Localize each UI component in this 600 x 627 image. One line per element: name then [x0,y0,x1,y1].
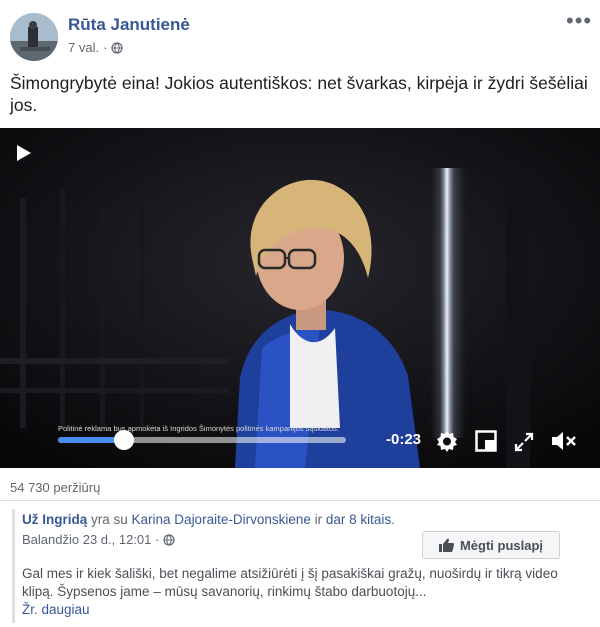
like-page-button[interactable]: Mėgti puslapį [422,531,560,559]
attached-date[interactable]: Balandžio 23 d., 12:01 · [22,532,159,547]
attached-description: Gal mes ir kiek šališki, bet negalime at… [22,566,558,599]
video-player[interactable]: Politinė reklama bus apmokėta iš Ingrido… [0,128,600,468]
see-more-link[interactable]: Žr. daugiau [22,602,90,617]
globe-icon[interactable] [163,533,175,546]
post-meta: 7 val. · [68,40,124,55]
view-count: 54 730 peržiūrų [10,480,101,495]
globe-icon[interactable] [111,41,124,54]
post-text: Šimongrybytė eina! Jokios autentiškos: n… [10,73,588,115]
like-page-label: Mėgti puslapį [459,537,544,553]
divider [0,500,600,501]
pip-icon[interactable] [475,430,497,452]
time-remaining: -0:23 [386,431,422,448]
avatar[interactable] [10,13,58,61]
settings-icon[interactable] [435,429,459,453]
tagged-person-link[interactable]: Karina Dajoraite-Dirvonskiene [132,512,311,527]
post-header: Rūta Janutienė 7 val. · ••• [0,0,600,66]
more-options-icon[interactable]: ••• [566,10,592,32]
page-name-link[interactable]: Už Ingridą [22,512,87,527]
video-frame [0,128,600,468]
progress-bar[interactable] [58,430,346,450]
thumbs-up-icon [438,538,454,552]
post-time[interactable]: 7 val. [68,40,99,55]
mute-icon[interactable] [551,430,577,452]
attached-tagline: Už Ingridą yra su Karina Dajoraite-Dirvo… [22,512,395,527]
author-name[interactable]: Rūta Janutienė [68,15,190,35]
attached-date-row: Balandžio 23 d., 12:01 · [22,532,175,547]
play-icon[interactable] [16,144,32,162]
political-ad-disclaimer: Politinė reklama bus apmokėta iš Ingrido… [58,424,339,433]
others-link[interactable]: dar 8 kitais [326,512,391,527]
fullscreen-icon[interactable] [514,432,534,452]
